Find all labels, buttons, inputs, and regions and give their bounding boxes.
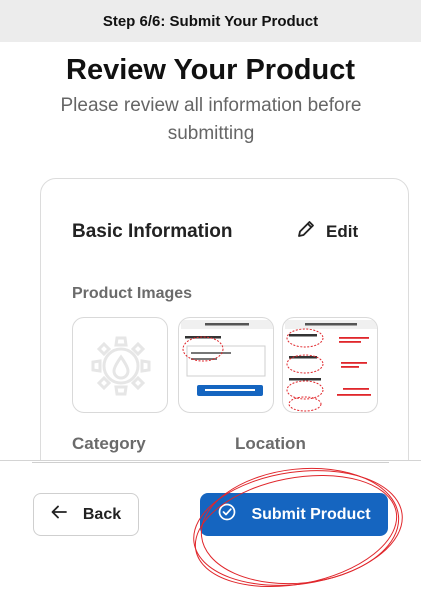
- edit-label: Edit: [326, 221, 359, 241]
- product-images-label: Product Images: [72, 285, 193, 302]
- category-label: Category: [72, 434, 146, 453]
- page-title: Review Your Product: [66, 54, 355, 86]
- back-button[interactable]: Back: [33, 493, 139, 536]
- footer-divider: [32, 462, 389, 463]
- basic-information-card: Basic Information Edit Product Images Ca…: [40, 178, 409, 460]
- product-image-form-screenshot[interactable]: [178, 317, 274, 413]
- product-image-placeholder[interactable]: [72, 317, 168, 413]
- back-label: Back: [82, 505, 122, 523]
- pencil-icon: [296, 219, 316, 244]
- product-image-annotated-screenshot[interactable]: [282, 317, 378, 413]
- submit-product-label: Submit Product: [251, 505, 371, 523]
- review-scroll-area[interactable]: Review Your Product Please review all in…: [0, 42, 421, 460]
- edit-button[interactable]: Edit: [296, 219, 358, 244]
- gear-drop-icon: [73, 336, 167, 412]
- form-screenshot-thumbnail: [179, 320, 273, 412]
- annotated-screenshot-thumbnail: [283, 320, 377, 412]
- page-subtitle: Please review all information before sub…: [60, 95, 362, 144]
- location-label: Location: [235, 434, 306, 453]
- arrow-left-icon: [51, 505, 67, 524]
- check-circle-icon: [217, 502, 237, 527]
- step-indicator: Step 6/6: Submit Your Product: [0, 0, 421, 42]
- submit-product-button[interactable]: Submit Product: [200, 493, 388, 536]
- section-title: Basic Information: [72, 221, 233, 242]
